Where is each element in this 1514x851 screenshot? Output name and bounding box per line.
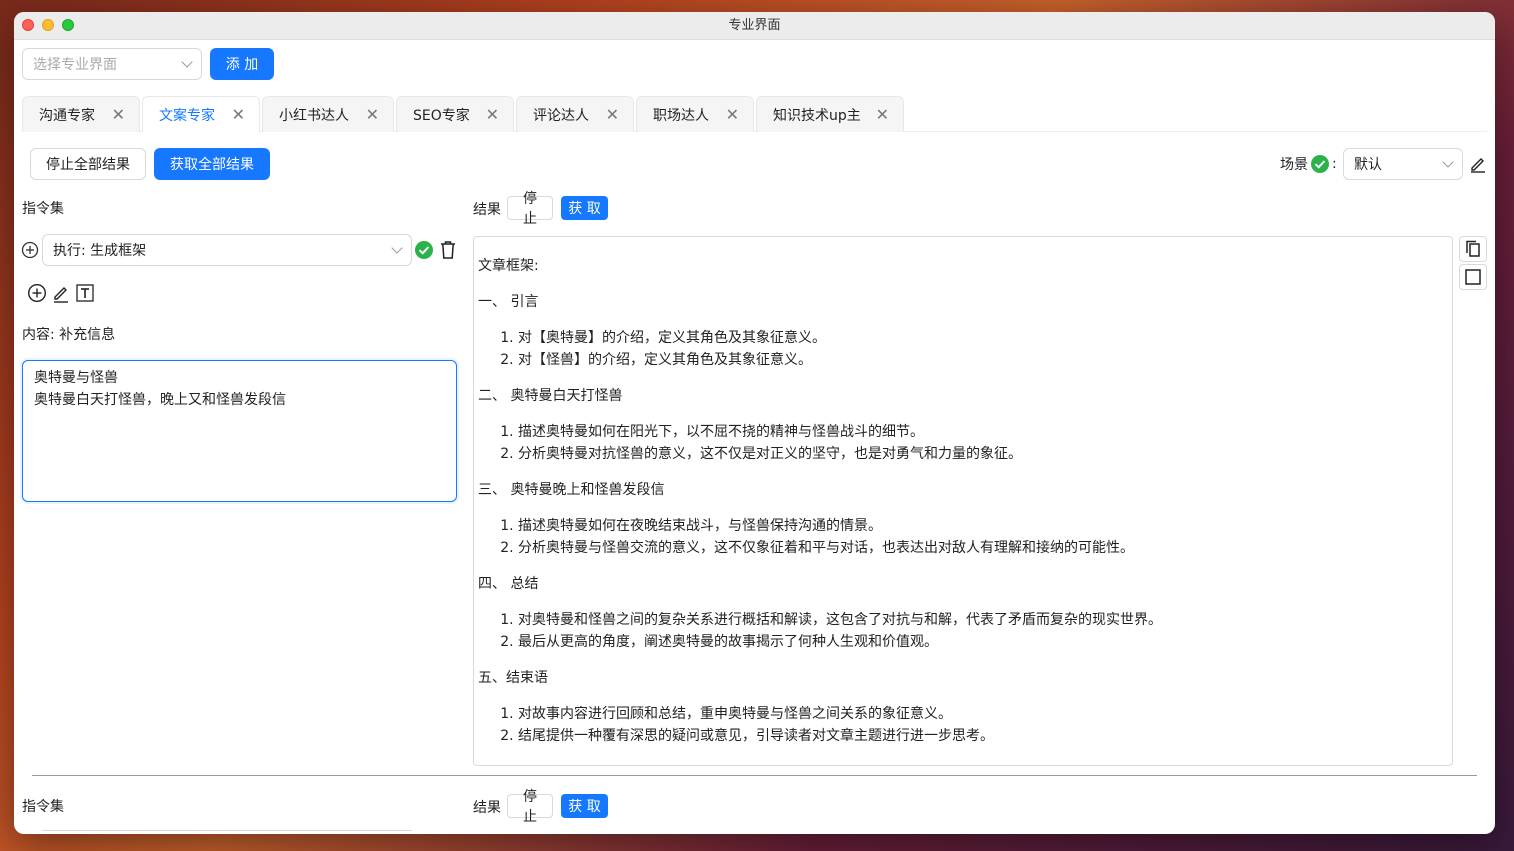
get-button-2[interactable]: 获 取 bbox=[561, 794, 608, 818]
check-circle-icon bbox=[415, 241, 433, 259]
command-select-2-edge bbox=[42, 830, 412, 831]
tab-tech-uploader[interactable]: 知识技术up主 ✕ bbox=[756, 96, 904, 132]
window-title: 专业界面 bbox=[728, 18, 781, 33]
add-button[interactable]: 添 加 bbox=[210, 48, 274, 80]
tab-seo-expert[interactable]: SEO专家 ✕ bbox=[396, 96, 514, 132]
edit-icon[interactable] bbox=[52, 283, 70, 303]
section-heading: 二、 奥特曼白天打怪兽 bbox=[478, 388, 623, 404]
minimize-window-button[interactable] bbox=[42, 19, 54, 31]
select-all-button[interactable] bbox=[1459, 264, 1487, 290]
get-all-button[interactable]: 获取全部结果 bbox=[154, 148, 270, 180]
command-select-value: 执行: 生成框架 bbox=[53, 243, 147, 259]
result-label-2: 结果 bbox=[473, 800, 501, 816]
list-item: 描述奥特曼如何在阳光下，以不屈不挠的精神与怪兽战斗的细节。 bbox=[518, 421, 1448, 443]
window-controls bbox=[22, 19, 74, 31]
scene-label-group: 场景 : bbox=[1280, 154, 1337, 174]
tab-label: 知识技术up主 bbox=[773, 107, 861, 124]
list-item: 描述奥特曼如何在夜晚结束战斗，与怪兽保持沟通的情景。 bbox=[518, 515, 1448, 537]
chevron-down-icon bbox=[181, 56, 193, 68]
section-heading: 五、结束语 bbox=[478, 670, 548, 686]
tab-workplace-expert[interactable]: 职场达人 ✕ bbox=[636, 96, 754, 132]
tab-label: SEO专家 bbox=[413, 107, 470, 124]
copy-button[interactable] bbox=[1459, 236, 1487, 262]
section-list: 对奥特曼和怪兽之间的复杂关系进行概括和解读，这包含了对抗与和解，代表了矛盾而复杂… bbox=[518, 609, 1448, 653]
tab-communication-expert[interactable]: 沟通专家 ✕ bbox=[22, 96, 140, 132]
command-set-label: 指令集 bbox=[22, 201, 64, 217]
list-item: 对奥特曼和怪兽之间的复杂关系进行概括和解读，这包含了对抗与和解，代表了矛盾而复杂… bbox=[518, 609, 1448, 631]
section-list: 对故事内容进行回顾和总结，重申奥特曼与怪兽之间关系的象征意义。 结尾提供一种覆有… bbox=[518, 703, 1448, 747]
content-label: 内容: 补充信息 bbox=[22, 327, 116, 343]
tab-xiaohongshu-expert[interactable]: 小红书达人 ✕ bbox=[262, 96, 394, 132]
section-list: 描述奥特曼如何在夜晚结束战斗，与怪兽保持沟通的情景。 分析奥特曼与怪兽交流的意义… bbox=[518, 515, 1448, 559]
section-list: 对【奥特曼】的介绍，定义其角色及其象征意义。 对【怪兽】的介绍，定义其角色及其象… bbox=[518, 327, 1448, 371]
tab-label: 沟通专家 bbox=[39, 107, 95, 124]
edit-scene-icon[interactable] bbox=[1469, 155, 1487, 173]
close-window-button[interactable] bbox=[22, 19, 34, 31]
result-content: 文章框架: 一、 引言 对【奥特曼】的介绍，定义其角色及其象征意义。 对【怪兽】… bbox=[473, 236, 1453, 766]
command-set-label-2: 指令集 bbox=[22, 799, 64, 815]
trash-icon[interactable] bbox=[439, 240, 457, 260]
tab-bar: 沟通专家 ✕ 文案专家 ✕ 小红书达人 ✕ SEO专家 ✕ 评论达人 ✕ 职场达… bbox=[22, 96, 1487, 132]
close-icon[interactable]: ✕ bbox=[726, 105, 739, 124]
stop-button[interactable]: 停 止 bbox=[507, 191, 553, 227]
result-intro: 文章框架: bbox=[478, 258, 539, 274]
copy-icon bbox=[1466, 240, 1480, 257]
profession-select-placeholder: 选择专业界面 bbox=[33, 57, 117, 73]
list-item: 分析奥特曼与怪兽交流的意义，这不仅象征着和平与对话，也表达出对敌人有理解和接纳的… bbox=[518, 537, 1448, 559]
stop-all-button[interactable]: 停止全部结果 bbox=[30, 148, 146, 180]
list-item: 对【奥特曼】的介绍，定义其角色及其象征意义。 bbox=[518, 327, 1448, 349]
tab-comment-expert[interactable]: 评论达人 ✕ bbox=[516, 96, 634, 132]
result-label: 结果 bbox=[473, 202, 501, 218]
section-divider bbox=[32, 775, 1477, 776]
scene-label: 场景 bbox=[1280, 157, 1308, 173]
scene-colon: : bbox=[1332, 156, 1337, 172]
get-button[interactable]: 获 取 bbox=[561, 196, 608, 220]
tab-label: 职场达人 bbox=[653, 107, 709, 124]
section-heading: 四、 总结 bbox=[478, 576, 539, 592]
close-icon[interactable]: ✕ bbox=[366, 105, 379, 124]
tab-label: 小红书达人 bbox=[279, 107, 349, 124]
section-heading: 三、 奥特曼晚上和怪兽发段信 bbox=[478, 482, 665, 498]
command-select[interactable]: 执行: 生成框架 bbox=[42, 234, 412, 266]
scene-select-value: 默认 bbox=[1354, 157, 1382, 173]
chevron-down-icon bbox=[391, 242, 403, 254]
close-icon[interactable]: ✕ bbox=[486, 105, 499, 124]
list-item: 最后从更高的角度，阐述奥特曼的故事揭示了何种人生观和价值观。 bbox=[518, 631, 1448, 653]
list-item: 对【怪兽】的介绍，定义其角色及其象征意义。 bbox=[518, 349, 1448, 371]
tab-label: 评论达人 bbox=[533, 107, 589, 124]
scene-select[interactable]: 默认 bbox=[1343, 148, 1463, 180]
close-icon[interactable]: ✕ bbox=[876, 105, 889, 124]
zoom-window-button[interactable] bbox=[62, 19, 74, 31]
add-circle-icon[interactable] bbox=[21, 241, 39, 259]
square-icon bbox=[1465, 269, 1481, 285]
tab-label: 文案专家 bbox=[159, 107, 215, 124]
text-box-icon[interactable] bbox=[75, 283, 95, 303]
section-list: 描述奥特曼如何在阳光下，以不屈不挠的精神与怪兽战斗的细节。 分析奥特曼对抗怪兽的… bbox=[518, 421, 1448, 465]
profession-select[interactable]: 选择专业界面 bbox=[22, 48, 202, 80]
content-textarea[interactable]: 奥特曼与怪兽 奥特曼白天打怪兽，晚上又和怪兽发段信 bbox=[22, 360, 457, 502]
close-icon[interactable]: ✕ bbox=[232, 105, 245, 124]
tab-copywriting-expert[interactable]: 文案专家 ✕ bbox=[142, 96, 260, 132]
app-window: 专业界面 选择专业界面 添 加 沟通专家 ✕ 文案专家 ✕ 小红书达人 ✕ SE… bbox=[14, 12, 1495, 834]
add-item-icon[interactable] bbox=[27, 283, 47, 303]
close-icon[interactable]: ✕ bbox=[606, 105, 619, 124]
section-heading: 一、 引言 bbox=[478, 294, 539, 310]
list-item: 结尾提供一种覆有深思的疑问或意见，引导读者对文章主题进行进一步思考。 bbox=[518, 725, 1448, 747]
title-bar: 专业界面 bbox=[14, 12, 1495, 40]
chevron-down-icon bbox=[1442, 156, 1454, 168]
check-circle-icon bbox=[1311, 155, 1329, 173]
stop-button-2[interactable]: 停 止 bbox=[507, 789, 553, 825]
list-item: 分析奥特曼对抗怪兽的意义，这不仅是对正义的坚守，也是对勇气和力量的象征。 bbox=[518, 443, 1448, 465]
list-item: 对故事内容进行回顾和总结，重申奥特曼与怪兽之间关系的象征意义。 bbox=[518, 703, 1448, 725]
close-icon[interactable]: ✕ bbox=[112, 105, 125, 124]
